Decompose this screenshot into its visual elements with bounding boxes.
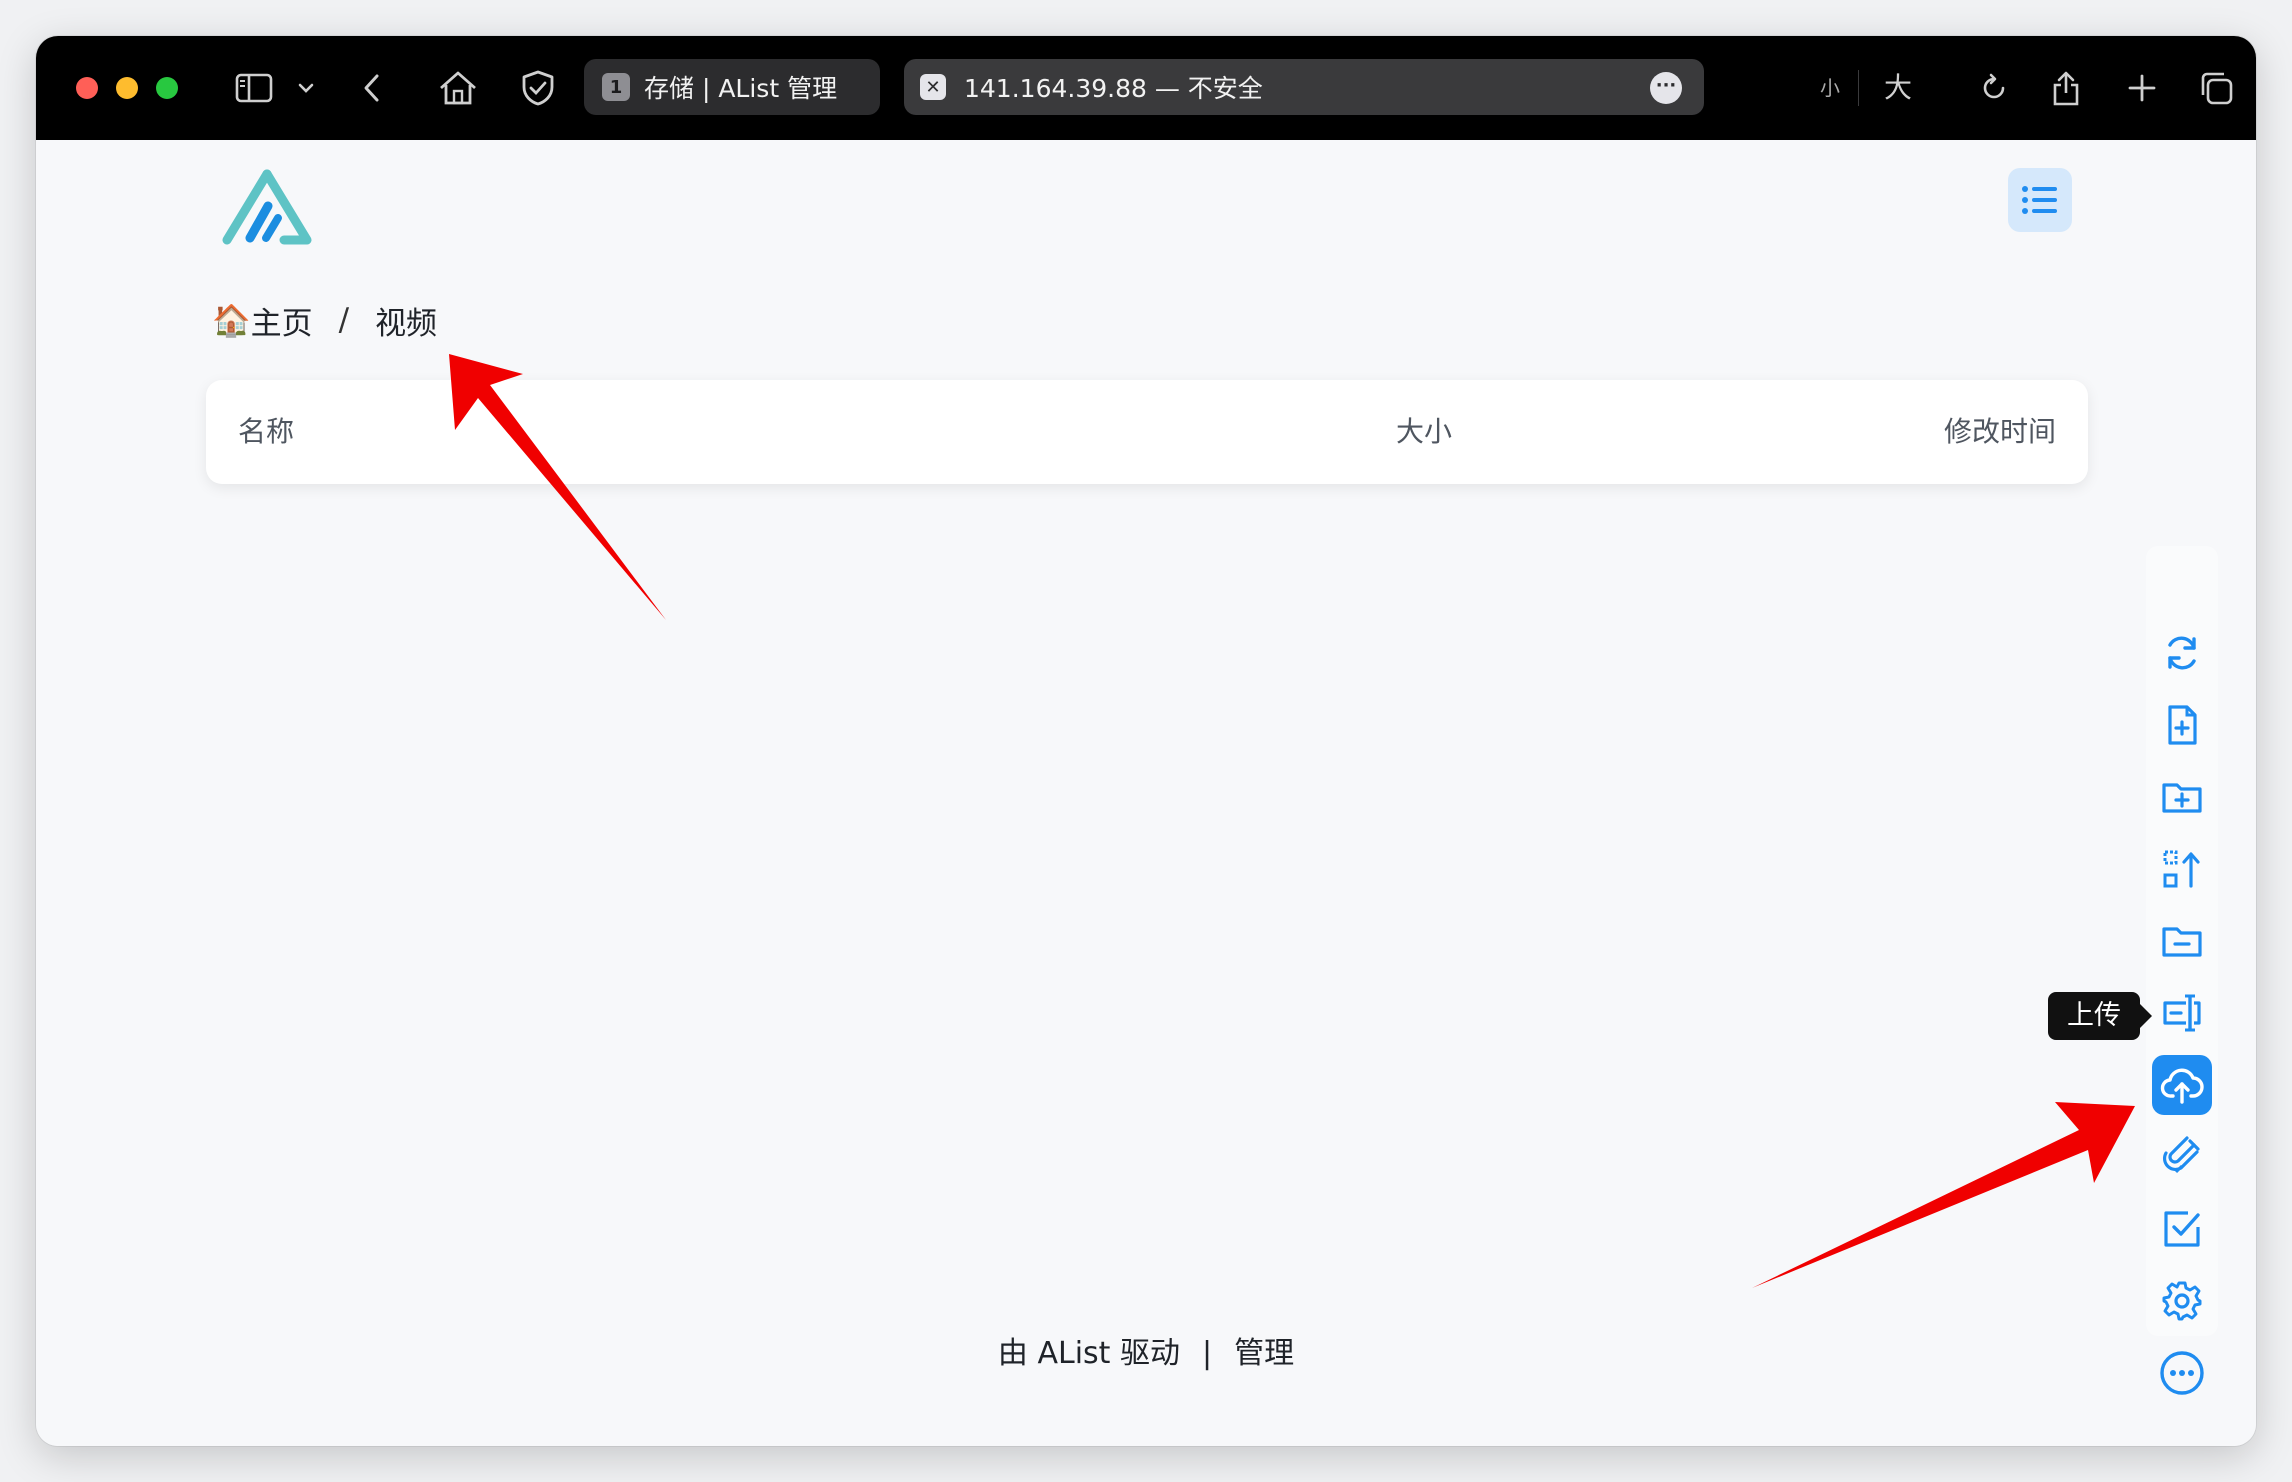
breadcrumb-home-label: 主页 (250, 305, 313, 342)
sidebar-toggle-icon[interactable] (230, 36, 278, 140)
move-up-icon (2163, 850, 2200, 888)
footer: 由 AList 驱动 | 管理 (36, 1328, 2256, 1372)
batch-rename-button[interactable] (2152, 983, 2212, 1043)
zoom-in-button[interactable]: 大 (1884, 36, 1912, 140)
manage-link[interactable]: 管理 (1234, 1336, 1294, 1371)
magnet-icon (2162, 1136, 2200, 1174)
checkbox-icon (2164, 1211, 2200, 1247)
reload-icon[interactable] (1974, 36, 2014, 140)
new-file-button[interactable] (2152, 695, 2212, 755)
column-header-modified[interactable]: 修改时间 (1944, 380, 2056, 484)
multi-select-button[interactable] (2152, 1199, 2212, 1259)
zoom-out-button[interactable]: 小 (1820, 36, 1840, 140)
browser-toolbar: 1 存储 | AList 管理 ✕ 141.164.39.88 — 不安全 ··… (36, 36, 2256, 140)
minimize-window-button[interactable] (116, 77, 138, 99)
file-plus-icon (2168, 705, 2197, 745)
refresh-button[interactable] (2152, 623, 2212, 683)
more-dots-icon (2160, 1351, 2204, 1395)
breadcrumb-home-link[interactable]: 🏠 主页 (212, 298, 313, 343)
upload-button[interactable] (2152, 1055, 2212, 1115)
tab-alist-storage[interactable]: 1 存储 | AList 管理 (584, 59, 880, 115)
more-options-icon[interactable]: ··· (1650, 72, 1682, 104)
column-header-name[interactable]: 名称 (238, 380, 294, 484)
list-view-toggle-button[interactable] (2008, 168, 2072, 232)
upload-tooltip: 上传 (2048, 992, 2152, 1040)
breadcrumb-separator: / (338, 302, 350, 338)
toolbar-divider (1858, 70, 1859, 106)
tab-title: 存储 | AList 管理 (644, 74, 838, 103)
folder-plus-icon (2162, 783, 2202, 813)
zoom-window-button[interactable] (156, 77, 178, 99)
tab-current-page[interactable]: ✕ 141.164.39.88 — 不安全 ··· (904, 59, 1704, 115)
breadcrumb-current[interactable]: 视频 (375, 298, 437, 343)
local-settings-button[interactable] (2152, 1271, 2212, 1331)
cloud-upload-icon (2160, 1068, 2204, 1104)
rename-icon (2163, 994, 2201, 1032)
footer-separator: | (1201, 1336, 1213, 1371)
offline-download-button[interactable] (2152, 1127, 2212, 1187)
more-actions-button[interactable] (2152, 1343, 2212, 1403)
refresh-icon (2168, 636, 2196, 670)
new-folder-button[interactable] (2152, 767, 2212, 827)
home-icon[interactable] (434, 36, 482, 140)
tab-number-badge: 1 (602, 73, 630, 101)
powered-by-link[interactable]: 由 AList 驱动 (998, 1336, 1180, 1371)
chevron-down-icon[interactable] (292, 36, 320, 140)
tab-overview-icon[interactable] (2194, 36, 2238, 140)
tab-title: 141.164.39.88 — 不安全 (964, 74, 1263, 103)
breadcrumb: 🏠 主页 / 视频 (212, 292, 437, 348)
folder-minus-icon (2162, 927, 2202, 957)
recursive-move-button[interactable] (2152, 839, 2212, 899)
list-icon (2022, 186, 2057, 214)
house-icon: 🏠 (212, 302, 251, 339)
share-icon[interactable] (2046, 36, 2086, 140)
back-arrow-icon[interactable] (352, 36, 392, 140)
gear-icon (2162, 1281, 2202, 1321)
close-window-button[interactable] (76, 77, 98, 99)
remove-empty-folder-button[interactable] (2152, 911, 2212, 971)
alist-logo[interactable] (222, 166, 312, 250)
alist-page: 🏠 主页 / 视频 名称 大小 修改时间 由 AList 驱动 | 管理 (36, 140, 2256, 1446)
browser-window: 1 存储 | AList 管理 ✕ 141.164.39.88 — 不安全 ··… (36, 36, 2256, 1446)
new-tab-plus-icon[interactable] (2122, 36, 2162, 140)
column-header-size[interactable]: 大小 (1396, 380, 1452, 484)
shield-icon[interactable] (514, 36, 562, 140)
close-tab-icon[interactable]: ✕ (920, 74, 946, 100)
file-list-header: 名称 大小 修改时间 (206, 380, 2088, 484)
